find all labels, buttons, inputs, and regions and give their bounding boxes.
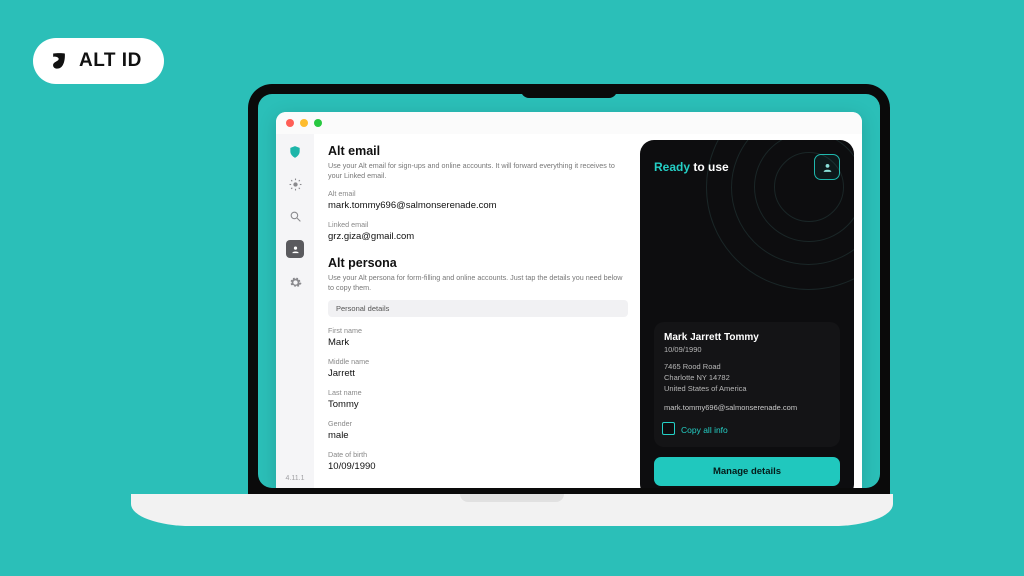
first-name-label: First name	[328, 326, 628, 335]
sidebar: 4.11.1	[276, 134, 314, 488]
surfshark-logo-icon	[49, 51, 69, 71]
alt-email-field[interactable]: Alt email mark.tommy696@salmonserenade.c…	[328, 189, 628, 211]
card-title: Ready to use	[654, 160, 729, 174]
app-window: 4.11.1 Alt email Use your Alt email for …	[276, 112, 862, 488]
card-head: Ready to use	[654, 154, 840, 180]
gender-field[interactable]: Gender male	[328, 419, 628, 441]
copy-all-button[interactable]: Copy all info	[664, 424, 830, 435]
main-column: Alt email Use your Alt email for sign-up…	[314, 134, 640, 488]
gender-value: male	[328, 430, 628, 441]
gender-label: Gender	[328, 419, 628, 428]
copy-icon	[664, 424, 675, 435]
maximize-dot-icon[interactable]	[314, 119, 322, 127]
last-name-label: Last name	[328, 388, 628, 397]
card-column: Ready to use Mark Jarrett Tommy 10/09/19…	[640, 134, 862, 488]
laptop-hinge	[460, 494, 564, 502]
close-dot-icon[interactable]	[286, 119, 294, 127]
alt-id-icon[interactable]	[286, 240, 304, 258]
version-text: 4.11.1	[276, 475, 314, 482]
alt-persona-desc: Use your Alt persona for form-filling an…	[328, 273, 628, 292]
linked-email-field[interactable]: Linked email grz.giza@gmail.com	[328, 220, 628, 242]
minimize-dot-icon[interactable]	[300, 119, 308, 127]
first-name-value: Mark	[328, 337, 628, 348]
card-email: mark.tommy696@salmonserenade.com	[664, 403, 830, 412]
card-title-rest: to use	[690, 160, 729, 174]
app-body: 4.11.1 Alt email Use your Alt email for …	[276, 134, 862, 488]
copy-all-label: Copy all info	[681, 425, 728, 435]
alt-persona-title: Alt persona	[328, 256, 628, 270]
alt-email-value: mark.tommy696@salmonserenade.com	[328, 200, 628, 211]
tab-personal-details[interactable]: Personal details	[328, 300, 628, 317]
ready-card: Ready to use Mark Jarrett Tommy 10/09/19…	[640, 140, 854, 488]
last-name-value: Tommy	[328, 399, 628, 410]
last-name-field[interactable]: Last name Tommy	[328, 388, 628, 410]
card-name: Mark Jarrett Tommy	[664, 332, 830, 343]
first-name-field[interactable]: First name Mark	[328, 326, 628, 348]
alt-id-badge: ALT ID	[33, 38, 164, 84]
alt-email-desc: Use your Alt email for sign-ups and onli…	[328, 161, 628, 180]
card-addr3: United States of America	[664, 384, 830, 393]
screen: 4.11.1 Alt email Use your Alt email for …	[258, 94, 880, 488]
dob-field[interactable]: Date of birth 10/09/1990	[328, 450, 628, 472]
card-addr2: Charlotte NY 14782	[664, 373, 830, 382]
search-icon[interactable]	[287, 208, 303, 224]
middle-name-value: Jarrett	[328, 368, 628, 379]
persona-badge-icon	[814, 154, 840, 180]
screen-frame: 4.11.1 Alt email Use your Alt email for …	[248, 84, 890, 498]
alt-email-label: Alt email	[328, 189, 628, 198]
notch	[521, 84, 617, 98]
dob-label: Date of birth	[328, 450, 628, 459]
sun-icon[interactable]	[287, 176, 303, 192]
card-title-accent: Ready	[654, 160, 690, 174]
middle-name-label: Middle name	[328, 357, 628, 366]
alt-email-title: Alt email	[328, 144, 628, 158]
dob-value: 10/09/1990	[328, 461, 628, 472]
gear-icon[interactable]	[287, 274, 303, 290]
linked-email-value: grz.giza@gmail.com	[328, 231, 628, 242]
middle-name-field[interactable]: Middle name Jarrett	[328, 357, 628, 379]
manage-details-button[interactable]: Manage details	[654, 457, 840, 486]
linked-email-label: Linked email	[328, 220, 628, 229]
titlebar	[276, 112, 862, 134]
shield-icon[interactable]	[287, 144, 303, 160]
laptop-base	[131, 494, 893, 526]
badge-text: ALT ID	[79, 50, 142, 72]
card-addr1: 7465 Rood Road	[664, 362, 830, 371]
card-dob: 10/09/1990	[664, 345, 830, 354]
laptop-mockup: 4.11.1 Alt email Use your Alt email for …	[248, 84, 890, 498]
card-details: Mark Jarrett Tommy 10/09/1990 7465 Rood …	[654, 322, 840, 447]
